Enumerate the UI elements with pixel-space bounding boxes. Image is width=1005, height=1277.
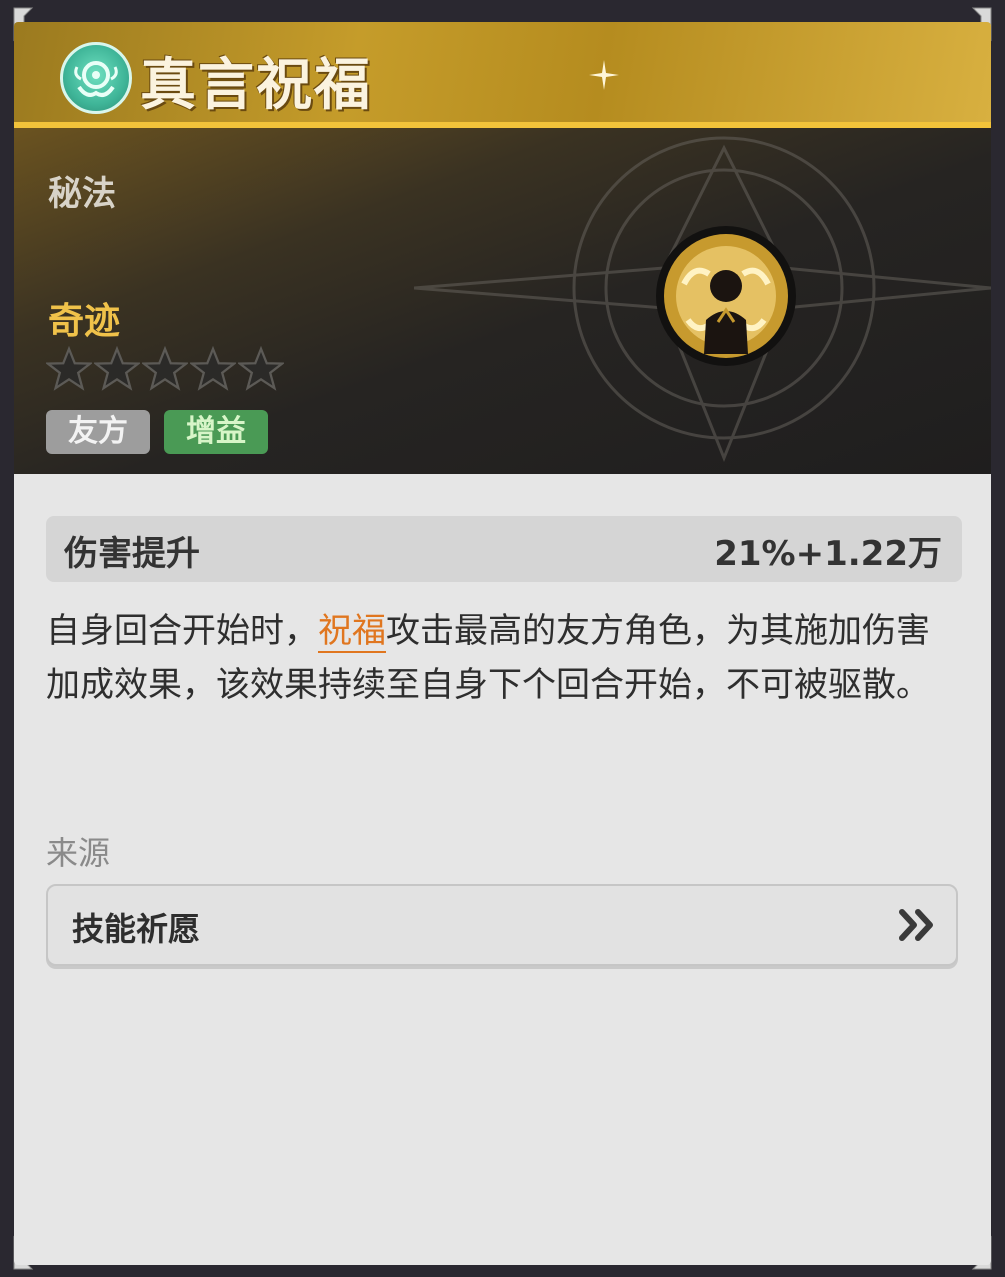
stat-row: 伤害提升 21%+1.22万	[46, 516, 962, 582]
skill-description: 自身回合开始时，祝福攻击最高的友方角色，为其施加伤害加成效果，该效果持续至自身下…	[46, 604, 956, 712]
star-icon	[46, 346, 92, 392]
tag-list: 友方 增益	[46, 410, 268, 454]
skill-detail-card: 真言祝福 秘法 奇迹 友方 增益 伤害提升 21%+1.22万 自身回合开始时，…	[14, 22, 991, 1265]
star-rating	[46, 346, 284, 392]
skill-title: 真言祝福	[140, 53, 372, 118]
tag-buff: 增益	[164, 410, 268, 454]
stat-value: 21%+1.22万	[714, 534, 942, 574]
skill-rarity-name: 奇迹	[48, 301, 121, 342]
title-bar: 真言祝福	[14, 22, 991, 128]
star-icon	[238, 346, 284, 392]
stat-label: 伤害提升	[64, 534, 200, 574]
double-chevron-right-icon	[899, 909, 933, 941]
teal-swirl-emblem-icon	[60, 42, 132, 114]
skill-category: 秘法	[48, 174, 116, 214]
sparkle-icon	[589, 60, 619, 90]
star-icon	[190, 346, 236, 392]
star-icon	[94, 346, 140, 392]
star-icon	[142, 346, 188, 392]
description-text-start: 自身回合开始时，	[46, 611, 318, 651]
source-section-label: 来源	[46, 834, 111, 872]
praying-figure-icon	[656, 226, 796, 366]
source-item-label: 技能祈愿	[72, 910, 201, 948]
keyword-link-blessing[interactable]: 祝福	[318, 611, 386, 653]
hero-panel: 秘法 奇迹 友方 增益	[14, 128, 991, 474]
source-skill-wish-button[interactable]: 技能祈愿	[46, 884, 958, 966]
tag-ally: 友方	[46, 410, 150, 454]
